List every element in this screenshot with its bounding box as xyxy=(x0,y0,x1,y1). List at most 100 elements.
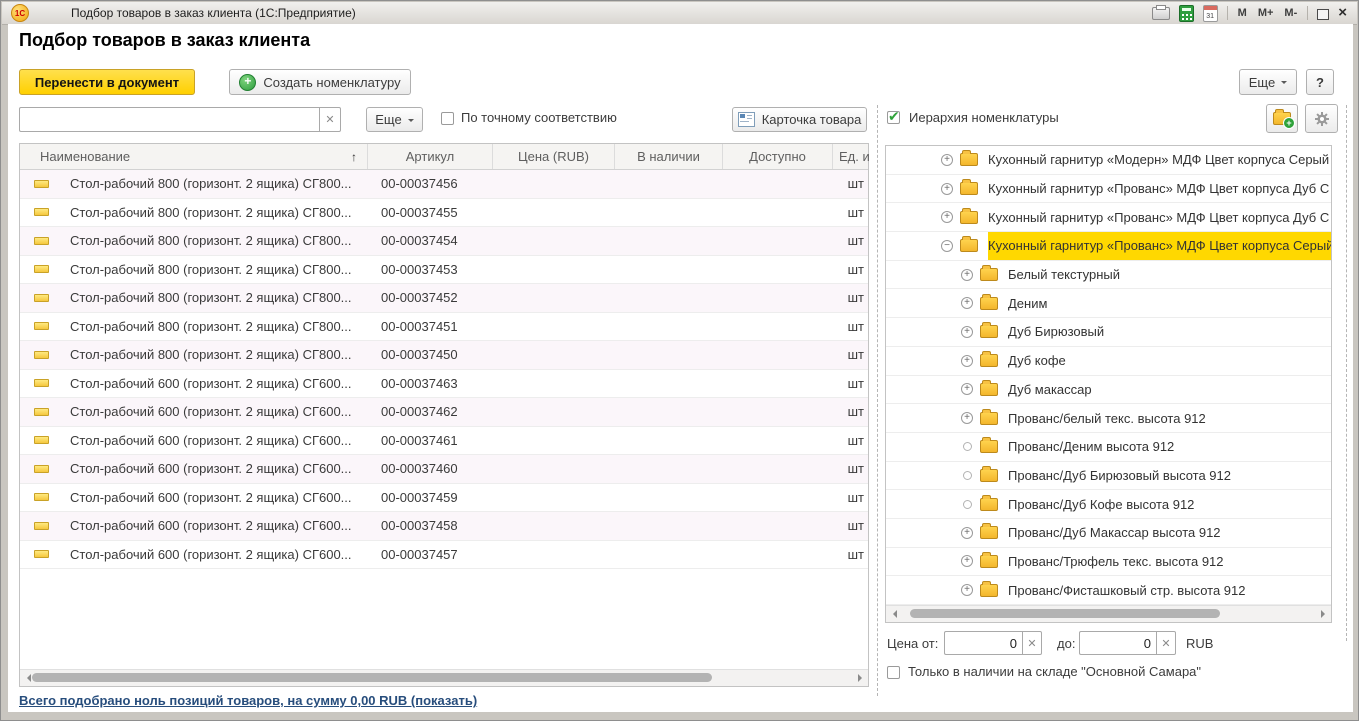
clear-search-icon[interactable]: ✕ xyxy=(319,107,341,132)
tree-item-label[interactable]: Прованс/Дуб Макассар высота 912 xyxy=(1008,519,1331,547)
expand-icon[interactable]: + xyxy=(941,183,953,195)
right-splitter[interactable] xyxy=(1346,105,1347,641)
more-actions-button[interactable]: Еще xyxy=(1239,69,1297,95)
tree-item[interactable]: + Прованс/Трюфель текс. высота 912 xyxy=(886,548,1331,577)
tree-item-label[interactable]: Дуб Бирюзовый xyxy=(1008,318,1331,346)
tree-item[interactable]: + Прованс/Фисташковый стр. высота 912 xyxy=(886,576,1331,605)
table-row[interactable]: Стол-рабочий 600 (горизонт. 2 ящика) СГ6… xyxy=(20,427,868,456)
help-button[interactable]: ? xyxy=(1306,69,1334,95)
tree-item[interactable]: + Кухонный гарнитур «Прованс» МДФ Цвет к… xyxy=(886,175,1331,204)
column-header-article[interactable]: Артикул xyxy=(367,144,492,169)
close-window-button[interactable]: × xyxy=(1338,6,1347,20)
column-header-name[interactable]: Наименование xyxy=(20,144,367,169)
exact-match-checkbox[interactable] xyxy=(441,112,454,125)
price-to-input[interactable] xyxy=(1079,631,1156,655)
memory-minus-button[interactable]: М- xyxy=(1283,7,1298,19)
tree-item[interactable]: Прованс/Дуб Бирюзовый высота 912 xyxy=(886,462,1331,491)
expand-icon[interactable]: + xyxy=(961,355,973,367)
table-row[interactable]: Стол-рабочий 800 (горизонт. 2 ящика) СГ8… xyxy=(20,256,868,285)
table-row[interactable]: Стол-рабочий 800 (горизонт. 2 ящика) СГ8… xyxy=(20,284,868,313)
table-row[interactable]: Стол-рабочий 600 (горизонт. 2 ящика) СГ6… xyxy=(20,512,868,541)
expand-icon[interactable]: + xyxy=(941,154,953,166)
restore-window-button[interactable] xyxy=(1317,7,1329,20)
memory-plus-button[interactable]: М+ xyxy=(1257,7,1275,19)
tree-item[interactable]: + Кухонный гарнитур «Модерн» МДФ Цвет ко… xyxy=(886,146,1331,175)
tree-item-label[interactable]: Деним xyxy=(1008,289,1331,317)
table-row[interactable]: Стол-рабочий 600 (горизонт. 2 ящика) СГ6… xyxy=(20,398,868,427)
price-from-input[interactable] xyxy=(944,631,1022,655)
expand-icon[interactable] xyxy=(963,471,972,480)
scroll-right-arrow[interactable] xyxy=(1315,606,1331,622)
tree-item[interactable]: + Дуб Бирюзовый xyxy=(886,318,1331,347)
memory-button[interactable]: М xyxy=(1237,7,1248,19)
tree-item-label[interactable]: Кухонный гарнитур «Прованс» МДФ Цвет кор… xyxy=(988,203,1331,231)
tree-item-label[interactable]: Прованс/белый текс. высота 912 xyxy=(1008,404,1331,432)
product-card-button[interactable]: Карточка товара xyxy=(732,107,867,132)
search-input[interactable] xyxy=(19,107,319,132)
create-nomenclature-button[interactable]: Создать номенклатуру xyxy=(229,69,411,95)
expand-icon[interactable]: + xyxy=(961,584,973,596)
tree-item-label[interactable]: Кухонный гарнитур «Модерн» МДФ Цвет корп… xyxy=(988,146,1331,174)
expand-icon[interactable] xyxy=(963,500,972,509)
expand-icon[interactable]: + xyxy=(961,527,973,539)
tree-item-label[interactable]: Прованс/Трюфель текс. высота 912 xyxy=(1008,548,1331,576)
expand-icon[interactable] xyxy=(963,442,972,451)
settings-button[interactable] xyxy=(1305,104,1338,133)
tree-item[interactable]: + Дуб макассар xyxy=(886,376,1331,405)
tree-item[interactable]: + Прованс/белый текс. высота 912 xyxy=(886,404,1331,433)
table-horizontal-scrollbar[interactable] xyxy=(20,669,868,686)
scroll-right-arrow[interactable] xyxy=(852,670,868,686)
clear-price-to-icon[interactable]: ✕ xyxy=(1156,631,1176,655)
calendar-icon[interactable]: 31 xyxy=(1203,5,1218,22)
expand-icon[interactable]: − xyxy=(941,240,953,252)
only-in-stock-checkbox[interactable] xyxy=(887,666,900,679)
table-row[interactable]: Стол-рабочий 600 (горизонт. 2 ящика) СГ6… xyxy=(20,370,868,399)
tree-item[interactable]: + Белый текстурный xyxy=(886,261,1331,290)
table-row[interactable]: Стол-рабочий 600 (горизонт. 2 ящика) СГ6… xyxy=(20,541,868,570)
print-icon[interactable] xyxy=(1152,7,1170,20)
tree-item-label[interactable]: Кухонный гарнитур «Прованс» МДФ Цвет кор… xyxy=(988,175,1331,203)
tree-item-label[interactable]: Дуб кофе xyxy=(1008,347,1331,375)
table-row[interactable]: Стол-рабочий 800 (горизонт. 2 ящика) СГ8… xyxy=(20,313,868,342)
panel-splitter[interactable] xyxy=(877,105,878,696)
table-row[interactable]: Стол-рабочий 800 (горизонт. 2 ящика) СГ8… xyxy=(20,170,868,199)
tree-item-label[interactable]: Дуб макассар xyxy=(1008,376,1331,404)
expand-icon[interactable]: + xyxy=(961,269,973,281)
selection-summary-link[interactable]: Всего подобрано ноль позиций товаров, на… xyxy=(19,693,477,708)
tree-item[interactable]: + Прованс/Дуб Макассар высота 912 xyxy=(886,519,1331,548)
tree-item-label[interactable]: Кухонный гарнитур «Прованс» МДФ Цвет кор… xyxy=(988,232,1331,260)
tree-item-label[interactable]: Прованс/Дуб Кофе высота 912 xyxy=(1008,490,1331,518)
tree-item[interactable]: + Кухонный гарнитур «Прованс» МДФ Цвет к… xyxy=(886,203,1331,232)
table-row[interactable]: Стол-рабочий 800 (горизонт. 2 ящика) СГ8… xyxy=(20,199,868,228)
expand-icon[interactable]: + xyxy=(941,211,953,223)
tree-item[interactable]: + Дуб кофе xyxy=(886,347,1331,376)
column-header-unit[interactable]: Ед. и xyxy=(832,144,870,169)
tree-item-label[interactable]: Прованс/Фисташковый стр. высота 912 xyxy=(1008,576,1331,604)
exact-match-label[interactable]: По точному соответствию xyxy=(461,110,617,125)
calculator-icon[interactable] xyxy=(1179,5,1194,22)
tree-item-label[interactable]: Белый текстурный xyxy=(1008,261,1331,289)
expand-icon[interactable]: + xyxy=(961,412,973,424)
clear-price-from-icon[interactable]: ✕ xyxy=(1022,631,1042,655)
scrollbar-thumb[interactable] xyxy=(32,673,712,682)
hierarchy-checkbox[interactable] xyxy=(887,111,900,124)
table-row[interactable]: Стол-рабочий 600 (горизонт. 2 ящика) СГ6… xyxy=(20,484,868,513)
column-header-available[interactable]: Доступно xyxy=(722,144,832,169)
create-group-button[interactable] xyxy=(1266,104,1298,133)
table-row[interactable]: Стол-рабочий 800 (горизонт. 2 ящика) СГ8… xyxy=(20,341,868,370)
tree-item[interactable]: + Деним xyxy=(886,289,1331,318)
scroll-left-arrow[interactable] xyxy=(886,606,902,622)
tree-item[interactable]: − Кухонный гарнитур «Прованс» МДФ Цвет к… xyxy=(886,232,1331,261)
expand-icon[interactable]: + xyxy=(961,383,973,395)
expand-icon[interactable]: + xyxy=(961,555,973,567)
tree-horizontal-scrollbar[interactable] xyxy=(886,605,1331,622)
search-more-button[interactable]: Еще xyxy=(366,107,423,132)
expand-icon[interactable]: + xyxy=(961,326,973,338)
1c-logo-icon[interactable]: 1С xyxy=(11,4,29,22)
column-header-price[interactable]: Цена (RUB) xyxy=(492,144,614,169)
column-header-in-stock[interactable]: В наличии xyxy=(614,144,722,169)
tree-item-label[interactable]: Прованс/Деним высота 912 xyxy=(1008,433,1331,461)
transfer-to-document-button[interactable]: Перенести в документ xyxy=(19,69,195,95)
scrollbar-thumb[interactable] xyxy=(910,609,1220,618)
tree-item[interactable]: Прованс/Дуб Кофе высота 912 xyxy=(886,490,1331,519)
